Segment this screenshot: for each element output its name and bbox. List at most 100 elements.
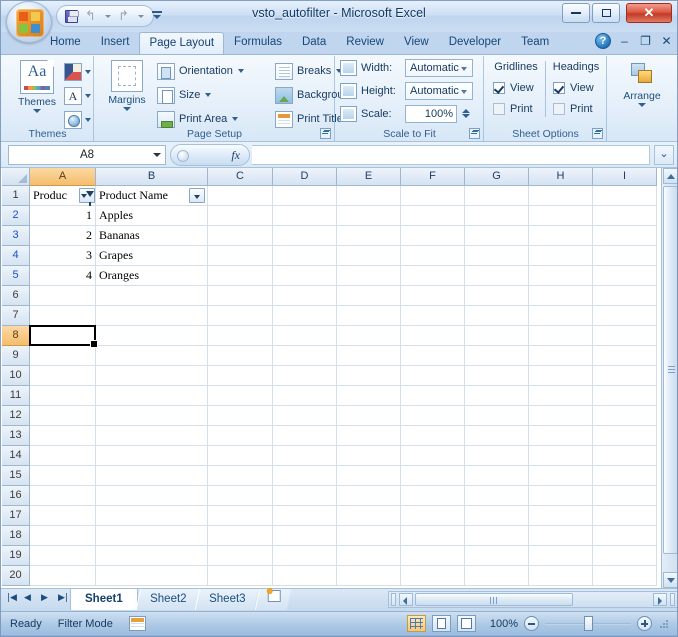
zoom-level[interactable]: 100%: [482, 618, 518, 630]
cell-F17[interactable]: [401, 506, 465, 526]
row-header-6[interactable]: 6: [2, 286, 30, 306]
cell-F10[interactable]: [401, 366, 465, 386]
height-combobox[interactable]: Automatic: [405, 81, 473, 100]
column-header-H[interactable]: H: [529, 168, 593, 186]
row-header-16[interactable]: 16: [2, 486, 30, 506]
cell-E12[interactable]: [337, 406, 401, 426]
cell-G8[interactable]: [465, 326, 529, 346]
column-header-G[interactable]: G: [465, 168, 529, 186]
row-header-17[interactable]: 17: [2, 506, 30, 526]
cell-D3[interactable]: [273, 226, 337, 246]
cell-B10[interactable]: [96, 366, 208, 386]
cell-F2[interactable]: [401, 206, 465, 226]
themes-button[interactable]: Aa Themes: [12, 60, 62, 113]
scroll-down-button[interactable]: [663, 572, 678, 588]
row-header-5[interactable]: 5: [2, 266, 30, 286]
cell-A19[interactable]: [30, 546, 96, 566]
cell-G6[interactable]: [465, 286, 529, 306]
row-header-19[interactable]: 19: [2, 546, 30, 566]
column-header-A[interactable]: A: [30, 168, 96, 186]
cell-G17[interactable]: [465, 506, 529, 526]
window-close-button[interactable]: ✕: [626, 3, 672, 23]
cell-A7[interactable]: [30, 306, 96, 326]
row-header-18[interactable]: 18: [2, 526, 30, 546]
headings-view-checkbox[interactable]: View: [547, 77, 605, 98]
cell-F11[interactable]: [401, 386, 465, 406]
cell-E8[interactable]: [337, 326, 401, 346]
insert-worksheet-button[interactable]: [254, 589, 291, 610]
cell-A16[interactable]: [30, 486, 96, 506]
last-sheet-button[interactable]: ▶|: [55, 592, 71, 609]
cell-E6[interactable]: [337, 286, 401, 306]
column-header-E[interactable]: E: [337, 168, 401, 186]
cell-D16[interactable]: [273, 486, 337, 506]
cell-E7[interactable]: [337, 306, 401, 326]
cell-H5[interactable]: [529, 266, 593, 286]
cell-H16[interactable]: [529, 486, 593, 506]
cell-D5[interactable]: [273, 266, 337, 286]
cell-B13[interactable]: [96, 426, 208, 446]
tab-review[interactable]: Review: [336, 31, 394, 54]
row-header-15[interactable]: 15: [2, 466, 30, 486]
cell-C3[interactable]: [208, 226, 273, 246]
cell-I5[interactable]: [593, 266, 657, 286]
row-header-4[interactable]: 4: [2, 246, 30, 266]
cell-D7[interactable]: [273, 306, 337, 326]
row-header-12[interactable]: 12: [2, 406, 30, 426]
cell-I9[interactable]: [593, 346, 657, 366]
cell-A13[interactable]: [30, 426, 96, 446]
zoom-slider-thumb[interactable]: [584, 616, 593, 631]
cell-I15[interactable]: [593, 466, 657, 486]
cell-A17[interactable]: [30, 506, 96, 526]
cell-I8[interactable]: [593, 326, 657, 346]
cell-B19[interactable]: [96, 546, 208, 566]
cell-A20[interactable]: [30, 566, 96, 586]
cell-G16[interactable]: [465, 486, 529, 506]
cell-H20[interactable]: [529, 566, 593, 586]
row-header-3[interactable]: 3: [2, 226, 30, 246]
cell-I6[interactable]: [593, 286, 657, 306]
cell-E5[interactable]: [337, 266, 401, 286]
cell-F6[interactable]: [401, 286, 465, 306]
cell-I18[interactable]: [593, 526, 657, 546]
cell-A18[interactable]: [30, 526, 96, 546]
cell-D17[interactable]: [273, 506, 337, 526]
cell-I4[interactable]: [593, 246, 657, 266]
zoom-in-button[interactable]: [637, 616, 652, 631]
cell-C19[interactable]: [208, 546, 273, 566]
cell-E11[interactable]: [337, 386, 401, 406]
cell-E15[interactable]: [337, 466, 401, 486]
cell-I2[interactable]: [593, 206, 657, 226]
cell-F4[interactable]: [401, 246, 465, 266]
tab-page-layout[interactable]: Page Layout: [139, 32, 225, 54]
tab-split-handle[interactable]: [391, 593, 396, 606]
expand-formula-bar-button[interactable]: ⌄: [654, 145, 674, 165]
cell-F12[interactable]: [401, 406, 465, 426]
autofilter-button-column-a[interactable]: [79, 188, 95, 206]
document-close-button[interactable]: ✕: [659, 33, 674, 49]
cell-H18[interactable]: [529, 526, 593, 546]
cell-F15[interactable]: [401, 466, 465, 486]
cell-B14[interactable]: [96, 446, 208, 466]
zoom-slider[interactable]: [545, 616, 631, 631]
cell-B15[interactable]: [96, 466, 208, 486]
next-sheet-button[interactable]: ▶: [38, 592, 54, 609]
column-header-F[interactable]: F: [401, 168, 465, 186]
tab-insert[interactable]: Insert: [91, 31, 140, 54]
column-header-D[interactable]: D: [273, 168, 337, 186]
cell-D9[interactable]: [273, 346, 337, 366]
cell-C20[interactable]: [208, 566, 273, 586]
cell-D10[interactable]: [273, 366, 337, 386]
cell-B20[interactable]: [96, 566, 208, 586]
cell-H4[interactable]: [529, 246, 593, 266]
cell-I17[interactable]: [593, 506, 657, 526]
cell-C9[interactable]: [208, 346, 273, 366]
cell-I7[interactable]: [593, 306, 657, 326]
cell-C13[interactable]: [208, 426, 273, 446]
cell-C6[interactable]: [208, 286, 273, 306]
cancel-enter-button[interactable]: [177, 150, 189, 162]
gridlines-view-checkbox[interactable]: View: [487, 77, 545, 98]
cell-H3[interactable]: [529, 226, 593, 246]
width-combobox[interactable]: Automatic: [405, 58, 473, 77]
cell-A9[interactable]: [30, 346, 96, 366]
